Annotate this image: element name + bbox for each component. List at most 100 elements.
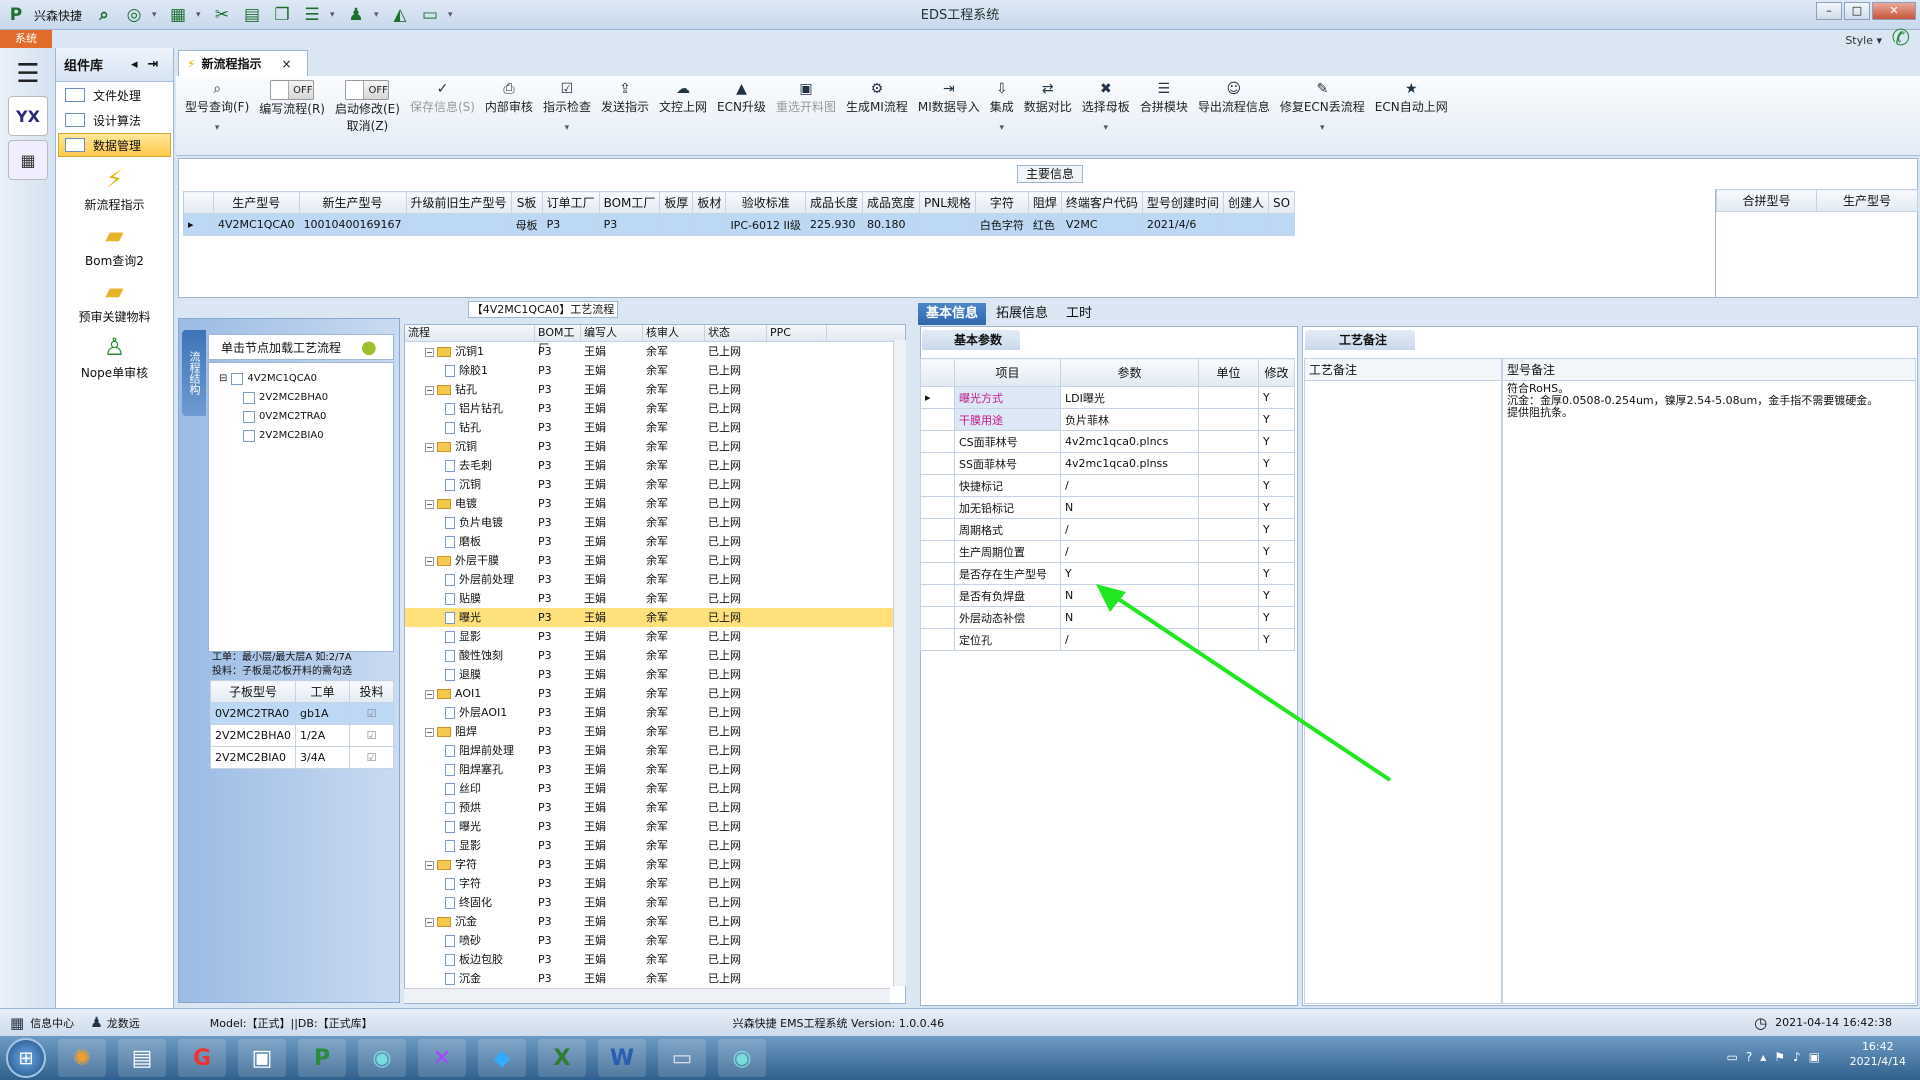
process-row[interactable]: − 外层干膜 P3 王娟 余军 已上网 [405,551,905,570]
param-value[interactable]: 负片菲林 [1060,408,1199,431]
taskbar-app-icon[interactable]: ✺ [58,1039,106,1077]
toggle-switch[interactable]: OFF [270,80,315,100]
process-name-cell[interactable]: 沉金 [405,969,535,988]
collapse-icon[interactable]: − [425,689,434,699]
param-value[interactable]: / [1060,540,1199,563]
bom-query-item[interactable]: ▰ Bom查询2 [56,221,173,269]
table-cell[interactable] [918,213,976,236]
table-row[interactable]: 2V2MC2BIA0 3/4A ☑ [209,746,394,769]
process-name-cell[interactable]: 阻焊塞孔 [405,760,535,779]
ribbon-button-6[interactable]: ⇪ 发送指示 [596,76,654,155]
param-modify[interactable]: Y [1258,386,1295,409]
param-value[interactable]: / [1060,518,1199,541]
ribbon-button-13[interactable]: ⇄ 数据对比 [1019,76,1077,155]
process-name-cell[interactable]: 沉铜 [405,475,535,494]
param-value[interactable]: 4v2mc1qca0.plnss [1060,452,1199,475]
param-modify[interactable]: Y [1258,452,1295,475]
maximize-button[interactable]: □ [1844,2,1870,20]
process-row[interactable]: 曝光 P3 王娟 余军 已上网 [405,817,905,836]
process-row[interactable]: 铝片钻孔 P3 王娟 余军 已上网 [405,399,905,418]
ribbon-button-16[interactable]: ☺ 导出流程信息 [1193,76,1275,155]
tree-node-child[interactable]: 2V2MC2BHA0 [209,388,393,407]
table-cell[interactable]: 母板 [510,213,543,236]
taskbar-eye2-icon[interactable]: ◉ [718,1039,766,1077]
ribbon-button-5[interactable]: ☑ 指示检查 ▾ [538,76,596,155]
process-row[interactable]: − 字符 P3 王娟 余军 已上网 [405,855,905,874]
process-name-cell[interactable]: 丝印 [405,779,535,798]
process-name-cell[interactable]: 负片电镀 [405,513,535,532]
process-name-cell[interactable]: 阻焊前处理 [405,741,535,760]
process-name-cell[interactable]: 外层前处理 [405,570,535,589]
ribbon-button-8[interactable]: ▲ ECN升级 [712,76,771,155]
process-row[interactable]: − 沉铜 P3 王娟 余军 已上网 [405,437,905,456]
ribbon-button-18[interactable]: ★ ECN自动上网 [1370,76,1453,155]
style-menu[interactable]: Style ▾ [1845,34,1882,47]
process-row[interactable]: 终固化 P3 王娟 余军 已上网 [405,893,905,912]
taskbar-x-app-icon[interactable]: ✕ [418,1039,466,1077]
process-row[interactable]: 钻孔 P3 王娟 余军 已上网 [405,418,905,437]
table-cell[interactable]: 1/2A [295,724,351,747]
model-remark-text[interactable]: 符合RoHS。 沉金：金厚0.0508-0.254um，镍厚2.54-5.08u… [1503,381,1915,421]
process-row[interactable]: 预烘 P3 王娟 余军 已上网 [405,798,905,817]
collapse-icon[interactable]: − [425,917,434,927]
param-row[interactable]: 快捷标记 / Y [920,474,1295,497]
process-name-cell[interactable]: 曝光 [405,608,535,627]
param-unit[interactable] [1198,474,1259,497]
process-name-cell[interactable]: 钻孔 [405,418,535,437]
process-row[interactable]: 字符 P3 王娟 余军 已上网 [405,874,905,893]
close-button[interactable]: ✕ [1872,2,1916,20]
table-cell[interactable]: 80.180 [861,213,920,236]
table-cell[interactable]: 225.930 [804,213,863,236]
ribbon-button-4[interactable]: ⎙ 内部审核 [480,76,538,155]
process-row[interactable]: − 沉铜1 P3 王娟 余军 已上网 [405,342,905,361]
process-name-cell[interactable]: − 沉金 [405,912,535,931]
ribbon-button-1[interactable]: OFF 编写流程(R) [254,76,330,155]
process-row[interactable]: 外层前处理 P3 王娟 余军 已上网 [405,570,905,589]
process-name-cell[interactable]: − 字符 [405,855,535,874]
process-row[interactable]: 退膜 P3 王娟 余军 已上网 [405,665,905,684]
taskbar-chat-icon[interactable]: ◆ [478,1039,526,1077]
collapse-icon[interactable]: − [425,556,434,566]
param-row[interactable]: ▸ 曝光方式 LDI曝光 Y [920,386,1295,409]
process-row[interactable]: − 沉金 P3 王娟 余军 已上网 [405,912,905,931]
process-name-cell[interactable]: − 沉铜 [405,437,535,456]
param-unit[interactable] [1198,386,1259,409]
process-structure-vtab[interactable]: 流程结构 [182,330,206,416]
param-modify[interactable]: Y [1258,430,1295,453]
table-cell[interactable]: ☑ [349,746,394,769]
collapse-left-icon[interactable]: ◂ [131,57,138,72]
process-row[interactable]: 显影 P3 王娟 余军 已上网 [405,627,905,646]
table-cell[interactable]: 2021/4/6 [1141,213,1224,236]
pin-icon[interactable]: ⇥ [148,57,159,72]
table-cell[interactable]: ☑ [349,724,394,747]
minimize-button[interactable]: – [1816,2,1842,20]
tree-node-root[interactable]: ⊟ 4V2MC1QCA0 [209,369,393,388]
process-row[interactable]: − 钻孔 P3 王娟 余军 已上网 [405,380,905,399]
process-row[interactable]: 显影 P3 王娟 余军 已上网 [405,836,905,855]
param-value[interactable]: N [1060,496,1199,519]
process-name-cell[interactable]: 铝片钻孔 [405,399,535,418]
process-row[interactable]: 负片电镀 P3 王娟 余军 已上网 [405,513,905,532]
comp-item-file-processing[interactable]: 文件处理 [58,83,171,107]
process-name-cell[interactable]: 预烘 [405,798,535,817]
calculator-icon[interactable]: ▦ [8,140,48,180]
tree-node-child[interactable]: 2V2MC2BIA0 [209,426,393,445]
ribbon-button-14[interactable]: ✖ 选择母板 ▾ [1077,76,1135,155]
table-cell[interactable]: 10010400169167 [298,213,407,236]
param-row[interactable]: CS面菲林号 4v2mc1qca0.plncs Y [920,430,1295,453]
dropdown-arrow-icon[interactable]: ▾ [215,123,220,133]
ribbon-button-11[interactable]: ⇥ MI数据导入 [913,76,985,155]
table-cell[interactable]: 红色 [1027,213,1062,236]
collapse-icon[interactable]: − [425,860,434,870]
param-row[interactable]: 生产周期位置 / Y [920,540,1295,563]
taskbar-clock[interactable]: 16:42 2021/4/14 [1850,1039,1906,1069]
taskbar-excel-icon[interactable]: X [538,1039,586,1077]
process-name-cell[interactable]: 磨板 [405,532,535,551]
ribbon-button-15[interactable]: ☰ 合拼模块 [1135,76,1193,155]
process-name-cell[interactable]: 字符 [405,874,535,893]
ribbon-button-3[interactable]: ✓ 保存信息(S) [405,76,480,155]
start-button[interactable]: ⊞ [6,1038,46,1078]
system-tab[interactable]: 系统 [0,30,52,48]
info-center[interactable]: 信息中心 [30,1015,74,1031]
process-row[interactable]: 磨板 P3 王娟 余军 已上网 [405,532,905,551]
